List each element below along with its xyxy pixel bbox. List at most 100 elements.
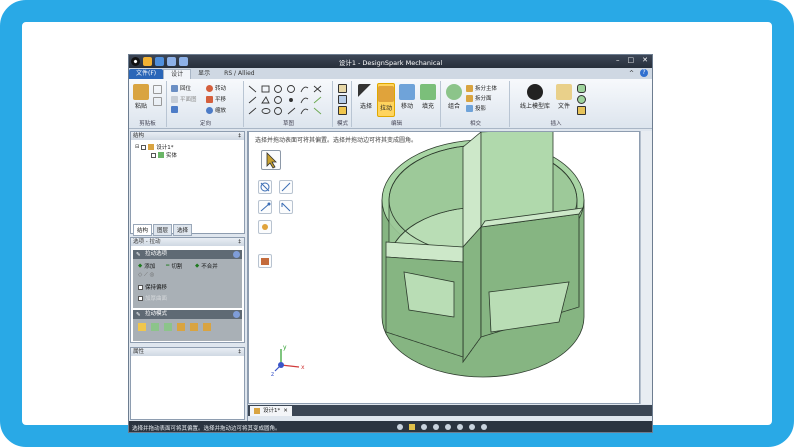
pull-options-header[interactable]: ✎ 拉动选项 <box>133 250 242 259</box>
pull-mode-icons[interactable] <box>138 323 211 331</box>
tangent-line-icon[interactable] <box>248 96 257 104</box>
tab-design-document[interactable]: 设计1* ✕ <box>250 406 292 416</box>
thicken-surface-option[interactable]: 加厚曲面 <box>138 294 167 302</box>
lighting-icon[interactable] <box>469 424 475 430</box>
plan-view-button[interactable]: 平面图 <box>171 95 197 103</box>
cylinder-icon[interactable] <box>577 84 586 93</box>
tab-file[interactable]: 文件(F) <box>129 69 164 79</box>
rectangle-tool-icon[interactable] <box>261 85 270 93</box>
tab-structure[interactable]: 结构 <box>133 224 153 236</box>
split-body-button[interactable]: 拆分主体 <box>466 84 497 92</box>
split-line-icon[interactable] <box>313 107 322 115</box>
home-view-button[interactable]: 回位 <box>171 84 191 92</box>
collapse-section-icon[interactable] <box>233 251 240 258</box>
tab-layers[interactable]: 图层 <box>153 224 173 236</box>
arc-tool-icon[interactable] <box>274 107 282 115</box>
select-button[interactable]: 选择 <box>357 84 375 110</box>
sketch-mode-icon[interactable] <box>338 84 347 93</box>
construction-line-icon[interactable] <box>313 96 322 104</box>
collapse-ribbon-icon[interactable]: ^ <box>629 69 634 79</box>
select-filter-icon[interactable] <box>433 424 439 430</box>
sweep-arc-icon[interactable] <box>300 97 309 104</box>
section-mode-icon[interactable] <box>338 95 347 104</box>
mode-icon-6[interactable] <box>203 323 211 331</box>
cut-icon[interactable] <box>153 85 162 94</box>
collapse-icon[interactable]: ⊟ <box>135 144 139 150</box>
no-merge-option[interactable]: ◆ 不合并 <box>195 262 218 270</box>
tab-display[interactable]: 显示 <box>191 69 217 79</box>
minimize-button[interactable]: – <box>616 56 620 64</box>
keep-offset-option[interactable]: 保持偏移 <box>138 283 167 291</box>
vertical-scrollbar[interactable] <box>640 131 652 404</box>
tree-item-design[interactable]: ⊟ 设计1* <box>135 143 173 151</box>
three-point-circle-icon[interactable] <box>287 85 295 93</box>
project-button[interactable]: 投影 <box>466 104 486 112</box>
split-face-button[interactable]: 拆分面 <box>466 94 492 102</box>
pan-label: 平移 <box>215 97 227 103</box>
add-label: 添加 <box>144 264 156 270</box>
add-option[interactable]: ◆ 添加 <box>138 262 155 270</box>
mode-icon-3[interactable] <box>164 323 172 331</box>
bend-tool-icon[interactable] <box>300 108 309 115</box>
circle-tool-icon[interactable] <box>274 85 282 93</box>
mode-icon-2[interactable] <box>151 323 159 331</box>
snap-icon[interactable] <box>421 424 427 430</box>
maximize-button[interactable]: □ <box>628 56 635 64</box>
pan-button[interactable]: 平移 <box>206 95 226 103</box>
line-tool-icon[interactable] <box>248 85 257 93</box>
close-tab-icon[interactable]: ✕ <box>283 406 288 416</box>
visibility-checkbox[interactable] <box>151 152 156 158</box>
trim-tool-icon[interactable] <box>313 85 322 93</box>
thicken-surface-checkbox[interactable] <box>138 295 143 301</box>
pin-icon[interactable]: ‡ <box>238 348 241 356</box>
mode-icon-5[interactable] <box>190 323 198 331</box>
copy-icon[interactable] <box>153 97 162 106</box>
3d-mode-icon[interactable] <box>338 106 347 115</box>
tangent-arc-icon[interactable] <box>274 96 282 104</box>
warning-icon[interactable] <box>409 424 415 430</box>
tab-rs-allied[interactable]: RS / Allied <box>217 69 261 79</box>
collapse-section-icon[interactable] <box>233 311 240 318</box>
y-axis-label: y <box>283 344 287 351</box>
spline-tool-icon[interactable] <box>300 86 309 93</box>
pull-mode-header[interactable]: ✎ 拉动模式 <box>133 310 242 319</box>
move-button[interactable]: 移动 <box>398 84 416 110</box>
fillet-tool-icon[interactable] <box>287 107 296 115</box>
mode-icon-1[interactable] <box>138 323 146 331</box>
tab-design[interactable]: 设计 <box>163 69 192 79</box>
zoom-extents-icon[interactable] <box>457 424 463 430</box>
sphere-icon[interactable] <box>577 95 586 104</box>
close-button[interactable]: ✕ <box>642 56 648 64</box>
pull-button[interactable]: 拉动 <box>377 83 395 117</box>
properties-panel: 属性 ‡ <box>130 347 245 420</box>
ellipse-tool-icon[interactable] <box>261 108 271 114</box>
spin-button[interactable]: 转动 <box>206 84 226 92</box>
mode-icon-4[interactable] <box>177 323 185 331</box>
visibility-checkbox[interactable] <box>141 144 147 150</box>
insert-file-button[interactable]: 文件 <box>555 84 573 110</box>
tab-selection[interactable]: 选择 <box>173 224 193 236</box>
status-bar: 选择并拖动表面可将其偏置。选择并拖动边可将其变成圆角。 <box>129 421 652 432</box>
spin-label: 转动 <box>215 86 227 92</box>
fill-button[interactable]: 填充 <box>419 84 437 110</box>
render-mode-icon[interactable] <box>397 424 403 430</box>
polygon-tool-icon[interactable] <box>261 96 270 104</box>
help-icon[interactable]: ? <box>640 69 648 77</box>
ribbon-group-insert: 线上模型库 文件 插入 <box>511 81 601 127</box>
plane-icon[interactable] <box>577 106 586 115</box>
3d-viewport[interactable]: 选择并拖动表面可将其偏置。选择并拖动边可将其变成圆角。 y x z <box>248 131 640 404</box>
pin-icon[interactable]: ‡ <box>238 238 241 246</box>
point-tool-icon[interactable] <box>289 98 293 102</box>
zoom-button[interactable]: 缩放 <box>206 106 226 114</box>
tree-item-solid[interactable]: 实体 <box>151 151 177 159</box>
settings-icon[interactable] <box>481 424 487 430</box>
offset-curve-icon[interactable] <box>248 107 257 115</box>
pin-icon[interactable]: ‡ <box>238 132 241 140</box>
paste-button[interactable]: 粘贴 <box>133 84 149 110</box>
online-library-button[interactable]: 线上模型库 <box>517 84 553 110</box>
cut-option[interactable]: ━ 切割 <box>166 262 182 270</box>
view-mode-icon[interactable] <box>445 424 451 430</box>
keep-offset-checkbox[interactable] <box>138 284 143 290</box>
combine-button[interactable]: 组合 <box>445 84 463 110</box>
view-cube-button[interactable] <box>171 106 178 113</box>
